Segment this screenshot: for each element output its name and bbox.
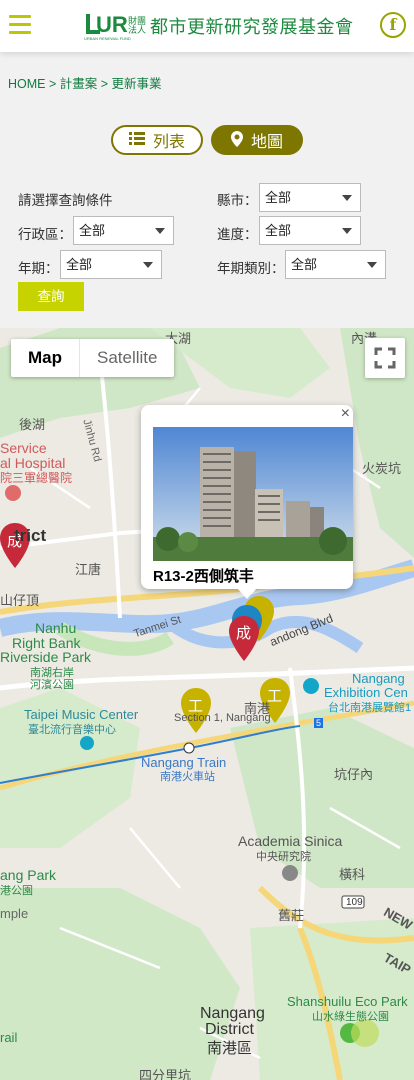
logo-mark-text: UR bbox=[96, 12, 128, 37]
menu-icon[interactable] bbox=[9, 15, 31, 35]
map-label: 109 bbox=[346, 897, 363, 908]
map-type-satellite-button[interactable]: Satellite bbox=[80, 339, 174, 377]
close-icon[interactable]: × bbox=[341, 405, 350, 423]
map-label: 四分里坑 bbox=[139, 1068, 192, 1080]
map-label: 江唐 bbox=[75, 562, 102, 577]
map-label: 橫科 bbox=[339, 867, 366, 882]
map-label: trict bbox=[14, 526, 47, 545]
progress-select-value: 全部 bbox=[265, 223, 292, 238]
map-label: rail bbox=[0, 1030, 18, 1045]
list-view-button[interactable]: 列表 bbox=[111, 125, 203, 155]
map-label: Service bbox=[0, 440, 47, 456]
period-label: 年期： bbox=[18, 261, 59, 276]
train-station-icon[interactable] bbox=[183, 742, 195, 754]
map-label: 火炭坑 bbox=[362, 461, 402, 476]
map-label: Nangang bbox=[352, 671, 405, 686]
progress-select[interactable]: 全部 bbox=[259, 216, 361, 245]
fullscreen-icon bbox=[374, 347, 396, 369]
progress-label: 進度： bbox=[217, 227, 258, 242]
map-label: ang Park bbox=[0, 867, 57, 883]
map-label: 河濱公園 bbox=[30, 679, 74, 691]
county-label: 縣市： bbox=[217, 193, 258, 208]
map-label: 南港火車站 bbox=[160, 771, 215, 783]
site-header: UR URBAN RENEWAL FUND 財團 法人 都市更新研究發展基金會 f bbox=[0, 0, 414, 52]
breadcrumb[interactable]: HOME > 計畫案 > 更新事業 bbox=[8, 73, 162, 92]
logo-sub-text: URBAN RENEWAL FUND bbox=[84, 36, 131, 41]
map-label: 山水綠生態公園 bbox=[312, 1011, 389, 1023]
site-logo[interactable]: UR URBAN RENEWAL FUND 財團 法人 都市更新研究發展基金會 bbox=[82, 8, 354, 44]
logo-small-text: 財團 法人 bbox=[128, 16, 147, 35]
map-label: Riverside Park bbox=[0, 649, 92, 665]
period-type-select[interactable]: 全部 bbox=[285, 250, 386, 279]
district-select[interactable]: 全部 bbox=[73, 216, 174, 245]
map-label: 院三軍總醫院 bbox=[0, 471, 73, 485]
map-type-control: Map Satellite bbox=[11, 339, 175, 377]
map-type-map-button[interactable]: Map bbox=[11, 339, 80, 377]
marker-label: 成 bbox=[236, 625, 252, 642]
info-window: × R13-2西側筑丰 bbox=[141, 405, 353, 599]
map-label: 台北南港展覽館1 bbox=[328, 702, 412, 714]
chevron-down-icon bbox=[367, 262, 377, 268]
chevron-down-icon bbox=[342, 195, 352, 201]
map-label: 臺北流行音樂中心 bbox=[28, 724, 116, 736]
logo-mark: UR URBAN RENEWAL FUND bbox=[82, 10, 131, 42]
fullscreen-button[interactable] bbox=[365, 338, 405, 378]
map-label: 南港 bbox=[244, 701, 271, 716]
map-label: 後湖 bbox=[19, 417, 46, 432]
map-label: 山仔頂 bbox=[0, 593, 40, 608]
map-view-button[interactable]: 地圖 bbox=[211, 125, 303, 155]
map-canvas[interactable]: 成 成 工 工 大湖 內溝 後湖 Jinhu Rd Service al Hos… bbox=[0, 328, 414, 1080]
map-label: 港公園 bbox=[0, 885, 33, 897]
music-center-icon[interactable] bbox=[80, 736, 94, 750]
map-label: Academia Sinica bbox=[238, 833, 343, 849]
list-view-label: 列表 bbox=[152, 134, 185, 151]
road-shield-5: 5 bbox=[314, 718, 324, 728]
map-view-label: 地圖 bbox=[250, 134, 283, 151]
district-label: 行政區： bbox=[18, 227, 72, 242]
period-select[interactable]: 全部 bbox=[60, 250, 162, 279]
map-label: 中央研究院 bbox=[256, 851, 311, 863]
list-icon bbox=[128, 132, 145, 148]
district-select-value: 全部 bbox=[79, 223, 106, 238]
map-pin-icon bbox=[230, 130, 243, 150]
county-select-value: 全部 bbox=[265, 190, 292, 205]
map-label: Taipei Music Center bbox=[24, 707, 139, 722]
period-type-select-value: 全部 bbox=[291, 257, 318, 272]
map-label: Shanshuilu Eco Park bbox=[287, 994, 408, 1009]
hospital-icon[interactable] bbox=[5, 485, 21, 501]
logo-text: 都市更新研究發展基金會 bbox=[150, 17, 354, 38]
map-label: 南港區 bbox=[207, 1040, 253, 1057]
county-select[interactable]: 全部 bbox=[259, 183, 361, 212]
map-label: Nanhu bbox=[35, 620, 77, 636]
period-select-value: 全部 bbox=[66, 257, 93, 272]
map-label: Exhibition Cen bbox=[324, 685, 408, 700]
place-icon[interactable] bbox=[282, 865, 298, 881]
chevron-down-icon bbox=[143, 262, 153, 268]
period-type-label: 年期類別： bbox=[217, 261, 285, 276]
search-button[interactable]: 查詢 bbox=[18, 282, 84, 311]
facebook-icon[interactable]: f bbox=[380, 12, 406, 38]
map-label: 坑仔內 bbox=[334, 767, 374, 782]
map-label: mple bbox=[0, 906, 29, 921]
map-label: 舊莊 bbox=[278, 908, 305, 923]
project-photo bbox=[153, 427, 353, 561]
chevron-down-icon bbox=[155, 228, 165, 234]
info-window-title[interactable]: R13-2西側筑丰 bbox=[153, 565, 254, 586]
filter-heading: 請選擇查詢條件 bbox=[18, 193, 113, 208]
chevron-down-icon bbox=[342, 228, 352, 234]
museum-icon[interactable] bbox=[303, 678, 319, 694]
